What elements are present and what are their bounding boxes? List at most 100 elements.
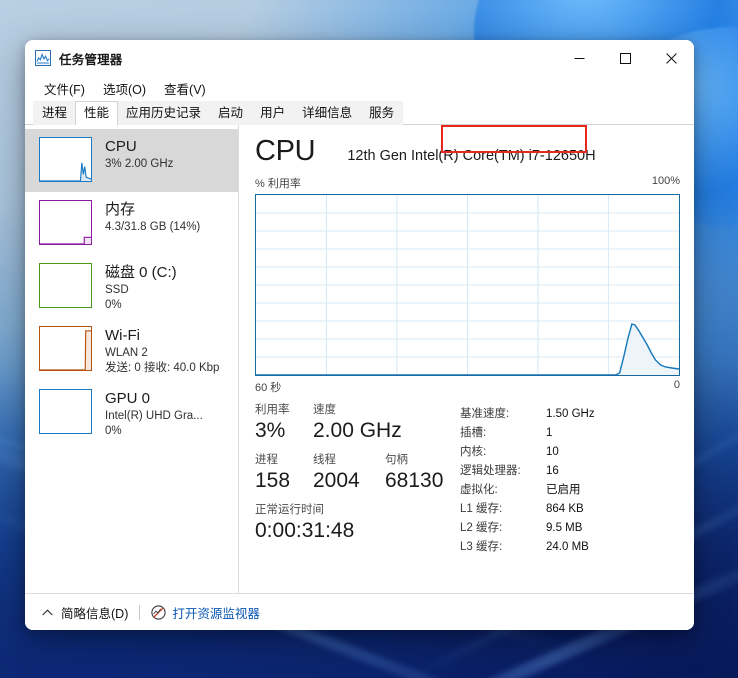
detail-key-base-speed: 基准速度: bbox=[460, 408, 510, 420]
sidebar-item-gpu-sub2: 0% bbox=[105, 425, 122, 437]
performance-detail-panel: CPU 12th Gen Intel(R) Core(TM) i7-12650H… bbox=[239, 125, 694, 593]
sidebar-item-disk-sub1: SSD bbox=[105, 284, 129, 296]
task-manager-window: 任务管理器 文件(F) 选项(O) 查看(V) 进程 性能 应用历史记录 启动 … bbox=[25, 40, 694, 630]
stat-speed-label: 速度 bbox=[313, 404, 336, 416]
detail-value-cores: 10 bbox=[546, 446, 559, 458]
sidebar-item-memory[interactable]: 内存 4.3/31.8 GB (14%) bbox=[25, 192, 238, 255]
detail-key-l2-cache: L2 缓存: bbox=[460, 522, 503, 534]
stat-row-processes-threads-handles: 进程 158 线程 2004 句柄 68130 bbox=[255, 453, 460, 494]
stat-processes: 进程 158 bbox=[255, 453, 313, 494]
main-header: CPU 12th Gen Intel(R) Core(TM) i7-12650H bbox=[255, 135, 680, 167]
menu-item-view[interactable]: 查看(V) bbox=[155, 77, 215, 100]
detail-key-virtualization: 虚拟化: bbox=[460, 484, 498, 496]
stat-uptime-label: 正常运行时间 bbox=[255, 504, 324, 516]
tab-details[interactable]: 详细信息 bbox=[293, 101, 362, 125]
disk-thumbnail bbox=[39, 263, 92, 308]
detail-row-base-speed: 基准速度: 1.50 GHz bbox=[460, 405, 680, 424]
detail-row-l2-cache: L2 缓存: 9.5 MB bbox=[460, 519, 680, 538]
detail-value-l2-cache: 9.5 MB bbox=[546, 522, 583, 534]
stat-uptime-value: 0:00:31:48 bbox=[255, 519, 355, 542]
stat-utilization-value: 3% bbox=[255, 419, 286, 442]
chevron-up-icon[interactable] bbox=[39, 604, 55, 620]
stat-row-uptime: 正常运行时间 0:00:31:48 bbox=[255, 503, 460, 544]
detail-row-l3-cache: L3 缓存: 24.0 MB bbox=[460, 538, 680, 557]
sidebar-item-wifi-sub1: WLAN 2 bbox=[105, 347, 148, 359]
detail-key-sockets: 插槽: bbox=[460, 427, 487, 439]
sidebar-item-memory-title: 内存 bbox=[105, 201, 136, 218]
wifi-thumbnail bbox=[39, 326, 92, 371]
sidebar-item-disk[interactable]: 磁盘 0 (C:) SSD 0% bbox=[25, 255, 238, 318]
detail-value-base-speed: 1.50 GHz bbox=[546, 408, 595, 420]
stat-uptime: 正常运行时间 0:00:31:48 bbox=[255, 503, 354, 544]
stat-processes-label: 进程 bbox=[255, 454, 278, 466]
open-resource-monitor-link[interactable]: 打开资源监视器 bbox=[172, 603, 260, 622]
tab-services[interactable]: 服务 bbox=[360, 101, 404, 125]
window-controls bbox=[556, 40, 694, 76]
detail-value-l1-cache: 864 KB bbox=[546, 503, 584, 515]
window-title: 任务管理器 bbox=[59, 52, 123, 67]
sidebar-item-wifi-sub2: 发送: 0 接收: 40.0 Kbp bbox=[105, 362, 220, 374]
cpu-utilization-graph[interactable] bbox=[255, 194, 680, 376]
graph-bottom-axis: 60 秒 0 bbox=[255, 379, 680, 395]
tab-app-history[interactable]: 应用历史记录 bbox=[117, 101, 211, 125]
sidebar-item-memory-text: 内存 4.3/31.8 GB (14%) bbox=[105, 200, 200, 235]
detail-value-sockets: 1 bbox=[546, 427, 553, 439]
stat-speed: 速度 2.00 GHz bbox=[313, 403, 402, 444]
sidebar-item-gpu-sub1: Intel(R) UHD Gra... bbox=[105, 410, 203, 422]
sidebar-item-cpu[interactable]: CPU 3% 2.00 GHz bbox=[25, 129, 238, 192]
stat-handles-label: 句柄 bbox=[385, 454, 408, 466]
detail-key-l1-cache: L1 缓存: bbox=[460, 503, 503, 515]
page-title: CPU bbox=[255, 135, 316, 167]
sidebar-item-cpu-sub: 3% 2.00 GHz bbox=[105, 158, 174, 170]
detail-value-l3-cache: 24.0 MB bbox=[546, 541, 589, 553]
detail-row-cores: 内核: 10 bbox=[460, 443, 680, 462]
sidebar-item-gpu-text: GPU 0 Intel(R) UHD Gra... 0% bbox=[105, 389, 203, 439]
stats-area: 利用率 3% 速度 2.00 GHz 进程 158 线程 2004 句柄 681… bbox=[255, 125, 680, 593]
sidebar-item-wifi[interactable]: Wi-Fi WLAN 2 发送: 0 接收: 40.0 Kbp bbox=[25, 318, 238, 381]
tab-processes[interactable]: 进程 bbox=[33, 101, 77, 125]
stat-threads: 线程 2004 bbox=[313, 453, 385, 494]
menu-bar: 文件(F) 选项(O) 查看(V) bbox=[25, 76, 694, 100]
sidebar-item-disk-text: 磁盘 0 (C:) SSD 0% bbox=[105, 263, 177, 313]
graph-y-axis-max: 100% bbox=[651, 175, 680, 187]
resource-sidebar: CPU 3% 2.00 GHz 内存 4.3/31.8 GB (14%) 磁盘 … bbox=[25, 125, 239, 593]
stats-details: 基准速度: 1.50 GHz 插槽: 1 内核: 10 逻辑处理器: 16 虚拟… bbox=[441, 125, 680, 593]
detail-key-logical-processors: 逻辑处理器: bbox=[460, 465, 521, 477]
memory-thumbnail bbox=[39, 200, 92, 245]
fewer-details-button[interactable]: 简略信息(D) bbox=[61, 603, 128, 622]
detail-row-virtualization: 虚拟化: 已启用 bbox=[460, 481, 680, 500]
cpu-thumbnail bbox=[39, 137, 92, 182]
stat-handles: 句柄 68130 bbox=[385, 453, 443, 494]
tab-users[interactable]: 用户 bbox=[251, 101, 295, 125]
close-button[interactable] bbox=[648, 40, 694, 76]
stat-utilization-label: 利用率 bbox=[255, 404, 290, 416]
sidebar-item-gpu[interactable]: GPU 0 Intel(R) UHD Gra... 0% bbox=[25, 381, 238, 444]
sidebar-item-disk-sub2: 0% bbox=[105, 299, 122, 311]
title-bar[interactable]: 任务管理器 bbox=[25, 40, 694, 76]
menu-item-file[interactable]: 文件(F) bbox=[35, 77, 94, 100]
stat-threads-label: 线程 bbox=[313, 454, 336, 466]
status-bar: 简略信息(D) 打开资源监视器 bbox=[25, 593, 694, 630]
cpu-model-name: 12th Gen Intel(R) Core(TM) i7-12650H bbox=[347, 148, 596, 164]
stat-processes-value: 158 bbox=[255, 469, 291, 492]
detail-key-cores: 内核: bbox=[460, 446, 487, 458]
tab-performance[interactable]: 性能 bbox=[75, 101, 119, 125]
detail-value-virtualization: 已启用 bbox=[546, 484, 581, 496]
tab-bar: 进程 性能 应用历史记录 启动 用户 详细信息 服务 bbox=[25, 100, 694, 125]
gpu-thumbnail bbox=[39, 389, 92, 434]
window-body: CPU 3% 2.00 GHz 内存 4.3/31.8 GB (14%) 磁盘 … bbox=[25, 125, 694, 593]
minimize-button[interactable] bbox=[556, 40, 602, 76]
stats-primary: 利用率 3% 速度 2.00 GHz 进程 158 线程 2004 句柄 681… bbox=[255, 403, 460, 593]
sidebar-item-wifi-text: Wi-Fi WLAN 2 发送: 0 接收: 40.0 Kbp bbox=[105, 326, 219, 376]
stat-utilization: 利用率 3% bbox=[255, 403, 313, 444]
sidebar-item-cpu-title: CPU bbox=[105, 138, 137, 155]
stat-handles-value: 68130 bbox=[385, 469, 444, 492]
menu-item-options[interactable]: 选项(O) bbox=[94, 77, 155, 100]
detail-row-l1-cache: L1 缓存: 864 KB bbox=[460, 500, 680, 519]
maximize-button[interactable] bbox=[602, 40, 648, 76]
sidebar-item-disk-title: 磁盘 0 (C:) bbox=[105, 264, 177, 281]
tab-startup[interactable]: 启动 bbox=[209, 101, 253, 125]
detail-row-logical-processors: 逻辑处理器: 16 bbox=[460, 462, 680, 481]
graph-top-axis: % 利用率 100% bbox=[255, 175, 680, 191]
detail-key-l3-cache: L3 缓存: bbox=[460, 541, 503, 553]
